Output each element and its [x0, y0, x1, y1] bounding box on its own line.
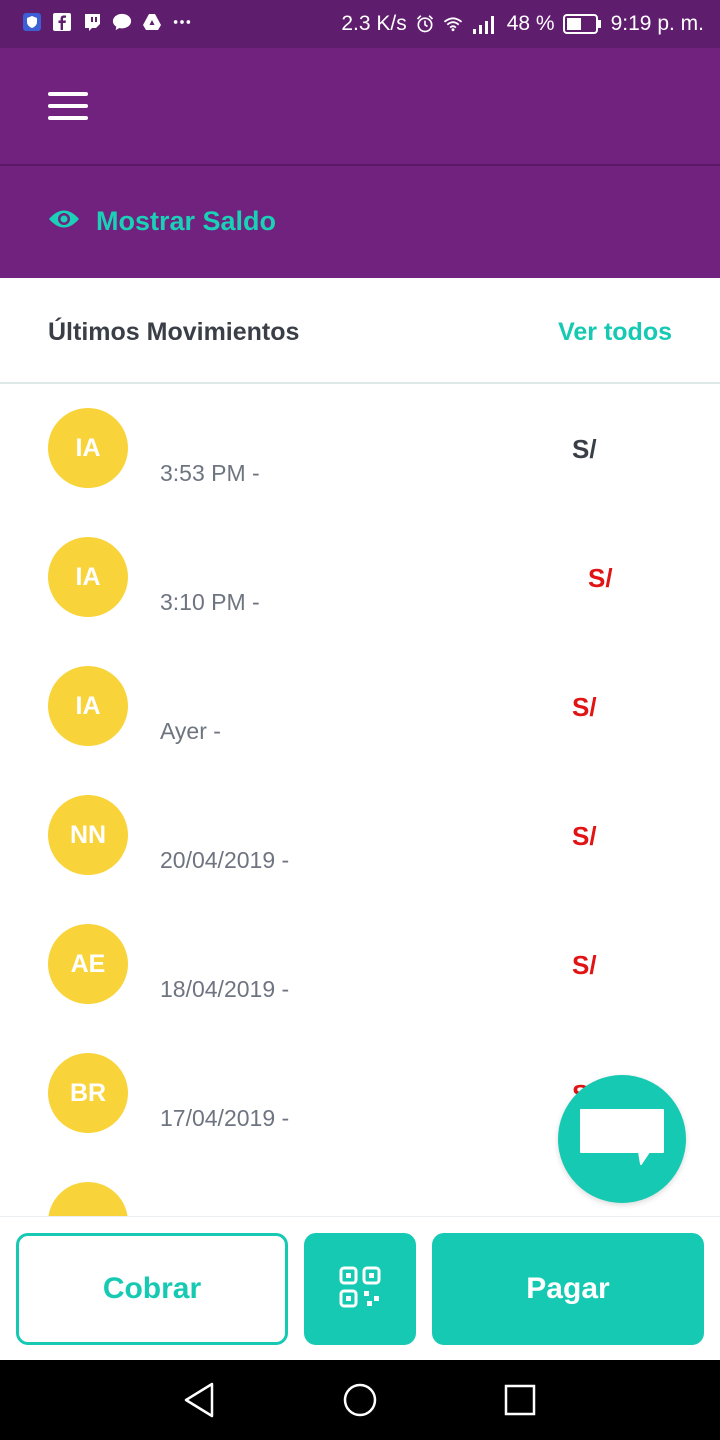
chat-bubble-icon — [112, 12, 132, 32]
qr-code-icon — [338, 1265, 382, 1314]
movement-date: Ayer - — [160, 718, 221, 744]
recents-icon[interactable] — [500, 1380, 540, 1420]
balance-section: Mostrar Saldo — [0, 166, 720, 278]
movement-row[interactable]: IA 3:53 PM - S/ — [0, 384, 720, 513]
eye-icon — [48, 208, 80, 235]
app-bar — [0, 48, 720, 164]
movement-row[interactable]: IA 3:10 PM - S/ — [0, 513, 720, 642]
facebook-icon — [52, 12, 72, 32]
collect-button[interactable]: Cobrar — [16, 1233, 288, 1345]
battery-level: 48 % — [506, 12, 555, 35]
movement-row[interactable]: AE 18/04/2019 - S/ — [0, 900, 720, 1029]
avatar: IA — [48, 666, 128, 746]
movement-date: 3:53 PM - — [160, 460, 260, 486]
movement-amount: S/ — [572, 821, 597, 851]
system-indicators: 2.3 K/s 48 % 9:19 p. m. — [341, 10, 704, 38]
avatar: AE — [48, 924, 128, 1004]
qr-button[interactable] — [304, 1233, 416, 1345]
system-nav-bar — [0, 1360, 720, 1440]
movement-date: 17/04/2019 - — [160, 1105, 290, 1131]
twitch-icon — [82, 12, 102, 32]
movement-date: 18/04/2019 - — [160, 976, 290, 1002]
status-bar: 2.3 K/s 48 % 9:19 p. m. — [0, 0, 720, 48]
battery-icon — [562, 14, 603, 34]
network-speed: 2.3 K/s — [341, 12, 407, 35]
bottom-actions: Cobrar Pagar — [0, 1216, 720, 1360]
clock: 9:19 p. m. — [610, 12, 704, 35]
more-icon — [172, 12, 192, 32]
movement-row[interactable]: NN 20/04/2019 - S/ — [0, 771, 720, 900]
avatar: IA — [48, 408, 128, 488]
drive-icon — [142, 12, 162, 32]
alarm-icon — [415, 14, 435, 34]
chat-fab-button[interactable] — [558, 1075, 686, 1203]
avatar: IA — [48, 537, 128, 617]
pay-button[interactable]: Pagar — [432, 1233, 704, 1345]
home-icon[interactable] — [340, 1380, 380, 1420]
hamburger-icon[interactable] — [48, 90, 88, 122]
signal-icon — [471, 14, 499, 34]
avatar: NN — [48, 795, 128, 875]
movement-date: 20/04/2019 - — [160, 847, 290, 873]
section-title: Últimos Movimientos — [48, 318, 300, 346]
movement-amount: S/ — [572, 692, 597, 722]
chat-icon — [579, 1106, 665, 1173]
shield-icon — [22, 12, 42, 32]
back-icon[interactable] — [180, 1380, 220, 1420]
movement-amount: S/ — [572, 434, 597, 464]
movement-date: 3:10 PM - — [160, 589, 260, 615]
notification-icons — [22, 12, 192, 32]
wifi-icon — [443, 14, 463, 34]
show-balance-label: Mostrar Saldo — [96, 206, 277, 236]
movement-amount: S/ — [572, 950, 597, 980]
avatar: BR — [48, 1053, 128, 1133]
movement-amount: S/ — [588, 563, 613, 593]
movement-row[interactable]: IA Ayer - S/ — [0, 642, 720, 771]
show-balance-button[interactable]: Mostrar Saldo — [48, 206, 276, 237]
see-all-link[interactable]: Ver todos — [558, 318, 672, 347]
avatar — [48, 1182, 128, 1216]
movements-header: Últimos Movimientos Ver todos — [0, 278, 720, 384]
